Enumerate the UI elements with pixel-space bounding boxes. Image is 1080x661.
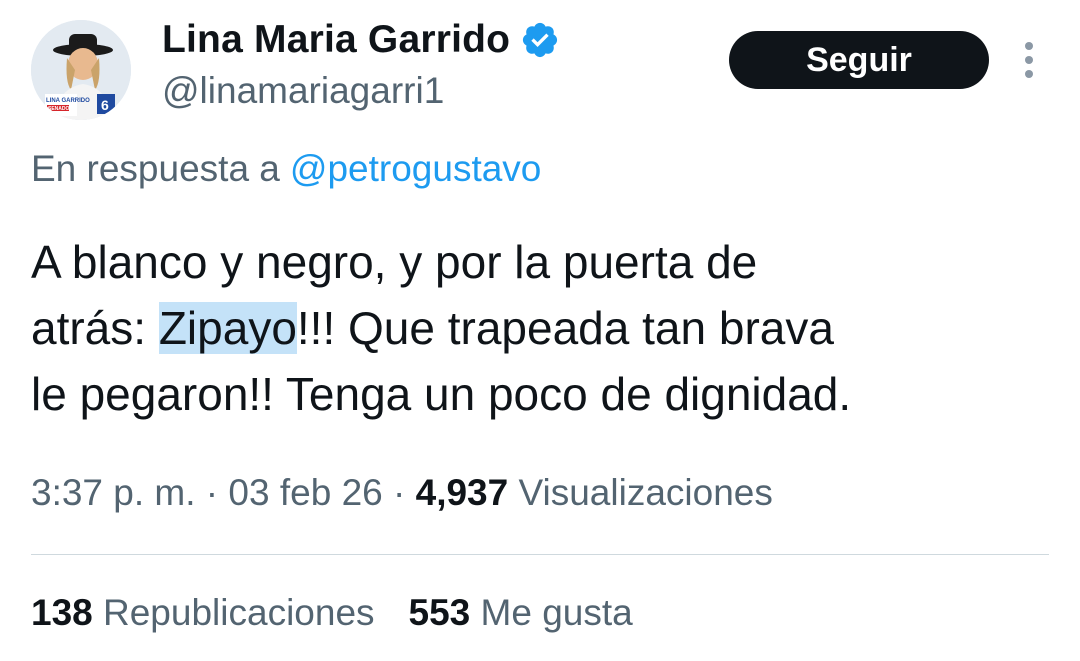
separator: · (195, 472, 229, 513)
views-label: Visualizaciones (508, 472, 773, 513)
tweet-text-segment: !!! Que trapeada tan brava (296, 302, 834, 354)
likes-label: Me gusta (470, 592, 633, 633)
author-avatar[interactable]: LINA GARRIDO SENADO 6 (31, 20, 131, 120)
tweet-metadata: 3:37 p. m. · 03 feb 26 · 4,937 Visualiza… (31, 472, 773, 514)
tweet-line: le pegaron!! Tenga un poco de dignidad. (31, 368, 852, 420)
avatar-number-text: 6 (101, 97, 109, 113)
reply-mention-link[interactable]: @petrogustavo (290, 148, 541, 189)
likes-count: 553 (408, 592, 471, 633)
avatar-image: LINA GARRIDO SENADO 6 (31, 20, 131, 120)
reposts-stat[interactable]: 138 Republicaciones (31, 592, 375, 633)
tweet-line: atrás: Zipayo!!! Que trapeada tan brava (31, 295, 1061, 361)
tweet-text-segment: atrás: (31, 302, 159, 354)
more-options-icon[interactable] (1015, 40, 1043, 80)
follow-button[interactable]: Seguir (729, 31, 989, 89)
separator: · (382, 472, 416, 513)
engagement-stats: 138 Republicaciones 553 Me gusta (31, 592, 633, 634)
reply-context: En respuesta a @petrogustavo (31, 148, 541, 190)
tweet-line: A blanco y negro, y por la puerta de (31, 236, 758, 288)
reply-prefix: En respuesta a (31, 148, 280, 189)
tweet-date[interactable]: 03 feb 26 (228, 472, 382, 513)
avatar-role-text: SENADO (48, 106, 70, 112)
highlighted-word: Zipayo (158, 302, 297, 354)
author-name-row: Lina Maria Garrido (162, 14, 560, 66)
divider (31, 554, 1049, 555)
reposts-count: 138 (31, 592, 93, 633)
views-count: 4,937 (415, 472, 509, 513)
tweet-time[interactable]: 3:37 p. m. (31, 472, 196, 513)
reposts-label: Republicaciones (92, 592, 375, 633)
avatar-name-text: LINA GARRIDO (46, 98, 90, 104)
likes-stat[interactable]: 553 Me gusta (409, 592, 633, 633)
author-name[interactable]: Lina Maria Garrido (162, 18, 510, 62)
tweet-body: A blanco y negro, y por la puerta de atr… (31, 229, 1061, 427)
verified-badge-icon (523, 22, 558, 58)
author-handle[interactable]: @linamariagarri1 (162, 70, 444, 112)
